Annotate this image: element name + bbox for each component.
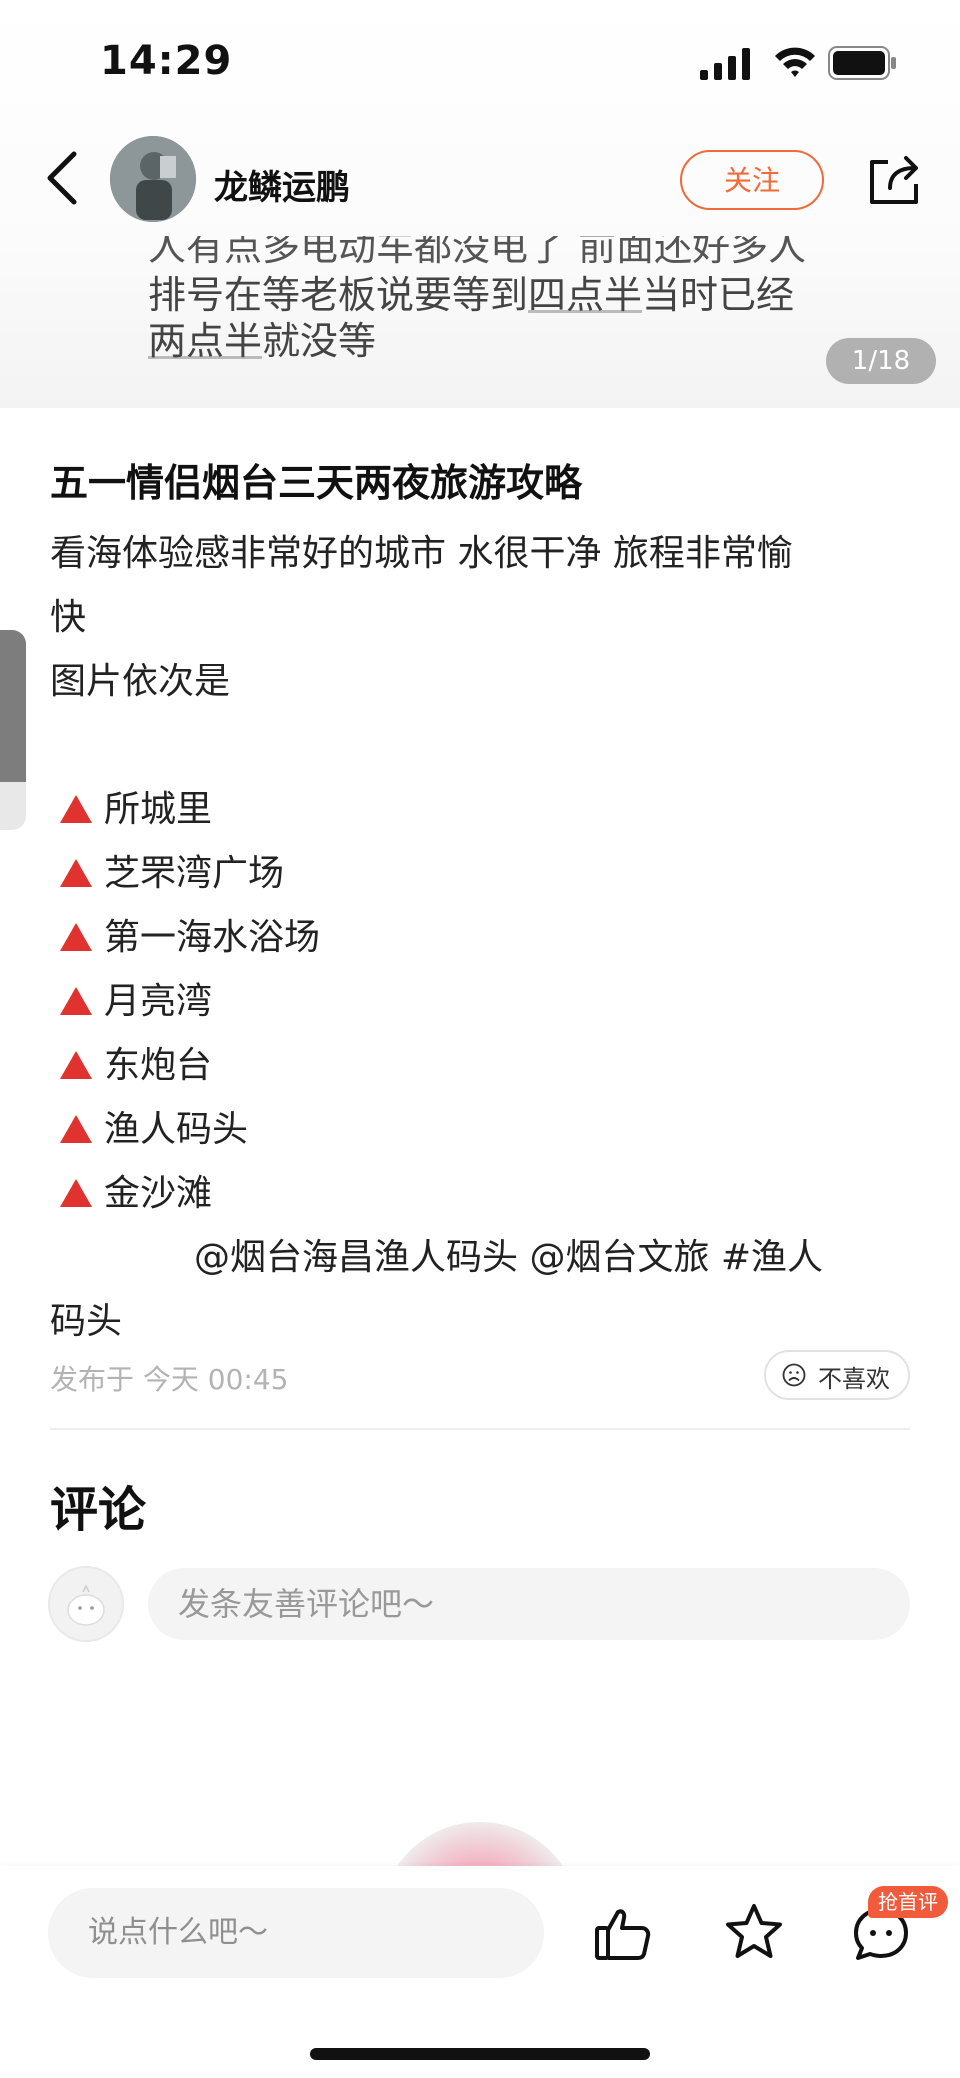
divider <box>50 1428 910 1430</box>
list-item-label: 芝罘湾广场 <box>104 853 285 894</box>
red-triangle-icon <box>60 795 92 823</box>
list-item-label: 所城里 <box>104 789 213 830</box>
share-icon[interactable] <box>866 152 922 208</box>
back-icon[interactable] <box>38 148 88 208</box>
caption-line-1: 人有点多电动车都没电了 前面还好多人 <box>148 236 807 266</box>
list-item: 渔人码头 <box>50 1098 910 1162</box>
list-item: 芝罘湾广场 <box>50 842 910 906</box>
list-item: 第一海水浴场 <box>50 906 910 970</box>
say-something-input[interactable]: 说点什么吧～ <box>48 1888 544 1978</box>
publish-time: 发布于 今天 00:45 <box>50 1363 289 1396</box>
caption-line-3b: 就没等 <box>262 319 377 363</box>
list-item-label: 第一海水浴场 <box>104 917 321 958</box>
author-avatar[interactable] <box>110 136 196 222</box>
list-item-label: 金沙滩 <box>104 1173 213 1214</box>
red-triangle-icon <box>60 987 92 1015</box>
avatar-photo-icon <box>110 136 196 222</box>
star-icon[interactable] <box>724 1902 784 1962</box>
follow-button[interactable]: 关注 <box>680 150 824 210</box>
author-name[interactable]: 龙鳞运鹏 <box>214 160 350 209</box>
caption-line-3a: 两点半 <box>148 319 263 363</box>
post-intro-line-2: 快 <box>50 597 87 638</box>
like-icon[interactable] <box>594 1906 652 1962</box>
list-item-label: 渔人码头 <box>104 1109 249 1150</box>
post-tags-line-1[interactable]: @烟台海昌渔人码头 @烟台文旅 #渔人 <box>50 1226 910 1290</box>
post-image-caption: 人有点多电动车都没电了 前面还好多人 排号在等老板说要等到四点半当时已经 两点半… <box>148 236 908 364</box>
caption-line-2b: 四点半 <box>528 273 643 317</box>
red-triangle-icon <box>60 923 92 951</box>
caption-line-2a: 排号在等老板说要等到 <box>148 273 529 317</box>
sad-face-icon <box>782 1363 806 1387</box>
red-triangle-icon <box>60 1179 92 1207</box>
red-triangle-icon <box>60 1115 92 1143</box>
comment-input[interactable]: 发条友善评论吧～ <box>148 1568 910 1640</box>
list-item: 所城里 <box>50 778 910 842</box>
comments-heading: 评论 <box>50 1482 147 1538</box>
home-indicator[interactable] <box>310 2048 650 2060</box>
caption-line-2c: 当时已经 <box>642 273 795 317</box>
post-title: 五一情侣烟台三天两夜旅游攻略 <box>50 461 583 505</box>
red-triangle-icon <box>60 1051 92 1079</box>
wifi-icon <box>775 47 815 77</box>
post-body: 看海体验感非常好的城市 水很干净 旅程非常愉 快 图片依次是 所城里 芝罘湾广场… <box>50 522 910 1354</box>
post-tags-line-2[interactable]: 码头 <box>50 1290 910 1354</box>
red-triangle-icon <box>60 859 92 887</box>
battery-icon <box>828 46 896 80</box>
image-page-counter: 1/18 <box>826 338 936 384</box>
post-intro-line-1: 看海体验感非常好的城市 水很干净 旅程非常愉 <box>50 533 793 574</box>
dislike-button[interactable]: 不喜欢 <box>764 1350 910 1400</box>
side-drawer-handle-fill <box>0 630 26 782</box>
status-time: 14:29 <box>100 38 233 84</box>
post-intro-line-3: 图片依次是 <box>50 661 231 702</box>
list-item-label: 东炮台 <box>104 1045 213 1086</box>
list-item-label: 月亮湾 <box>104 981 213 1022</box>
default-avatar-icon <box>67 1584 105 1626</box>
list-item: 东炮台 <box>50 1034 910 1098</box>
dislike-label: 不喜欢 <box>818 1365 890 1393</box>
list-item: 月亮湾 <box>50 970 910 1034</box>
cellular-signal-icon <box>700 48 750 80</box>
list-item: 金沙滩 <box>50 1162 910 1226</box>
current-user-avatar <box>48 1566 124 1642</box>
first-comment-badge[interactable]: 抢首评 <box>868 1886 948 1918</box>
